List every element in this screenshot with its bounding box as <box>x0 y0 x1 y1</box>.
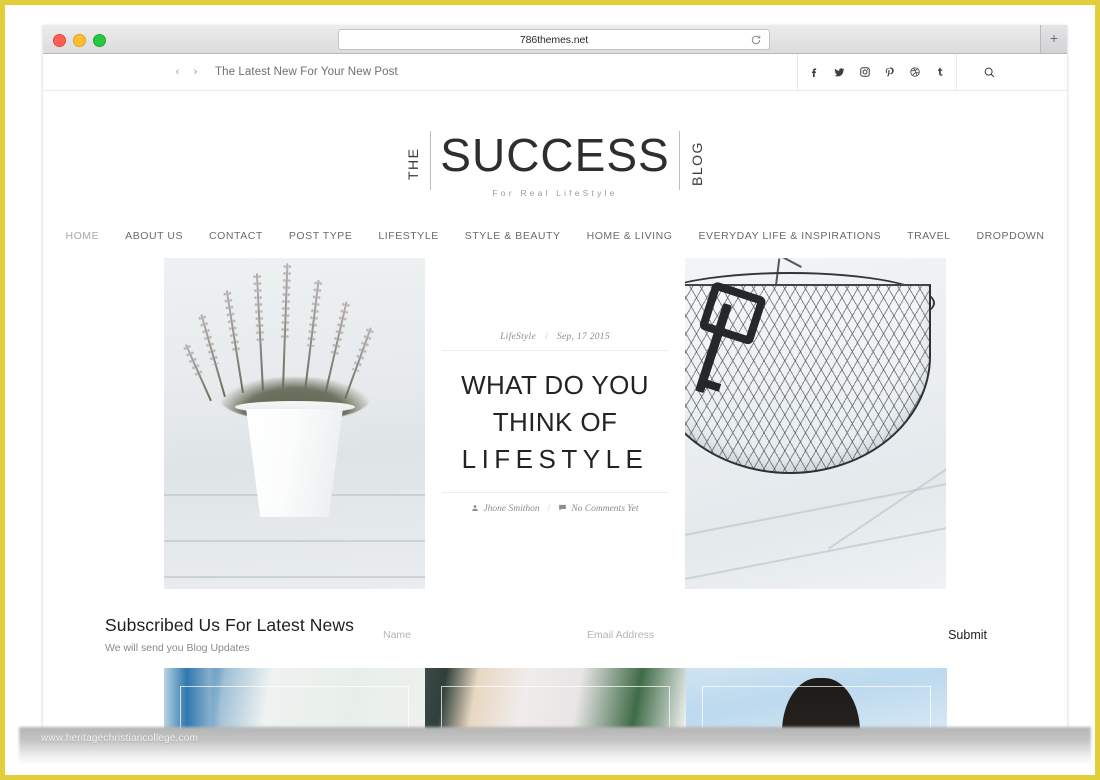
page-viewport: ‹ › The Latest New For Your New Post THE… <box>43 54 1067 730</box>
browser-window: 786themes.net + ‹ › The Latest New For Y… <box>43 25 1067 730</box>
basket-photo-art <box>685 258 946 589</box>
logo-divider-right <box>678 131 680 190</box>
nav-item-contact[interactable]: CONTACT <box>196 230 276 242</box>
post-title-line-1: WHAT DO YOU <box>461 370 649 400</box>
post-title-line-3: LIFESTYLE <box>461 444 649 474</box>
main-navigation: HOME ABOUT US CONTACT POST TYPE LIFESTYL… <box>43 204 1067 258</box>
nav-item-dropdown[interactable]: DROPDOWN <box>964 230 1058 242</box>
news-ticker: ‹ › The Latest New For Your New Post <box>173 66 398 78</box>
maximize-window-button[interactable] <box>93 34 106 47</box>
post-title[interactable]: WHAT DO YOU THINK OF LIFESTYLE <box>461 367 649 478</box>
minimize-window-button[interactable] <box>73 34 86 47</box>
address-bar-url: 786themes.net <box>519 33 589 46</box>
post-author[interactable]: Jhone Smithon <box>483 504 539 514</box>
nav-item-travel[interactable]: TRAVEL <box>894 230 963 242</box>
reload-icon[interactable] <box>750 33 762 45</box>
subscribe-name-input[interactable] <box>383 628 583 641</box>
post-title-divider <box>442 492 668 493</box>
user-icon <box>471 504 479 515</box>
logo-blog-word: BLOG <box>688 141 705 186</box>
post-comments-count[interactable]: No Comments Yet <box>571 504 638 514</box>
nav-item-style-beauty[interactable]: STYLE & BEAUTY <box>452 230 574 242</box>
ticker-next-button[interactable]: › <box>191 66 200 78</box>
byline-separator: / <box>547 504 551 514</box>
subscribe-text: Subscribed Us For Latest News We will se… <box>105 615 383 654</box>
twitter-icon[interactable] <box>827 54 852 90</box>
outer-gold-frame: 786themes.net + ‹ › The Latest New For Y… <box>0 0 1100 780</box>
nav-item-lifestyle[interactable]: LIFESTYLE <box>365 230 451 242</box>
site-topbar: ‹ › The Latest New For Your New Post <box>43 54 1067 91</box>
subscribe-title: Subscribed Us For Latest News <box>105 615 354 635</box>
subscribe-submit-button[interactable]: Submit <box>948 628 1005 642</box>
post-meta-divider <box>442 350 668 351</box>
nav-item-home-living[interactable]: HOME & LIVING <box>574 230 686 242</box>
dribbble-icon[interactable] <box>902 54 927 90</box>
subscribe-section: Subscribed Us For Latest News We will se… <box>105 589 1005 668</box>
featured-image-left[interactable] <box>164 258 425 589</box>
window-controls <box>53 34 106 47</box>
nav-item-everyday-life[interactable]: EVERYDAY LIFE & INSPIRATIONS <box>686 230 895 242</box>
post-byline: Jhone Smithon / No Comments Yet <box>471 503 639 515</box>
post-card[interactable] <box>163 668 425 730</box>
subscribe-subtitle: We will send you Blog Updates <box>105 642 250 654</box>
post-meta: LifeStyle / Sep, 17 2015 <box>500 332 610 342</box>
logo-tagline: For Real LifeStyle <box>492 188 618 198</box>
nav-item-home[interactable]: HOME <box>52 230 112 242</box>
ticker-prev-button[interactable]: ‹ <box>173 66 182 78</box>
card-overlay-frame <box>701 686 931 730</box>
nav-item-post-type[interactable]: POST TYPE <box>276 230 366 242</box>
instagram-icon[interactable] <box>852 54 877 90</box>
address-bar[interactable]: 786themes.net <box>338 29 770 50</box>
comment-icon <box>558 503 567 515</box>
tumblr-icon[interactable] <box>927 54 952 90</box>
card-overlay-frame <box>179 686 409 730</box>
site-logo[interactable]: THE SUCCESS For Real LifeStyle BLOG <box>43 91 1067 204</box>
close-window-button[interactable] <box>53 34 66 47</box>
featured-image-right[interactable] <box>685 258 946 589</box>
browser-titlebar: 786themes.net + <box>43 25 1067 54</box>
search-icon[interactable] <box>969 54 1009 90</box>
facebook-icon[interactable] <box>802 54 827 90</box>
logo-success-word: SUCCESS <box>440 129 670 181</box>
post-card[interactable] <box>424 668 686 730</box>
post-meta-separator: / <box>545 332 548 342</box>
post-category[interactable]: LifeStyle <box>500 332 536 342</box>
ticker-headline[interactable]: The Latest New For Your New Post <box>215 66 398 78</box>
nav-item-about-us[interactable]: ABOUT US <box>112 230 196 242</box>
subscribe-email-input[interactable] <box>587 628 787 641</box>
card-overlay-frame <box>440 686 670 730</box>
logo-divider-left <box>430 131 432 190</box>
logo-the-word: THE <box>405 147 422 180</box>
featured-post-section: LifeStyle / Sep, 17 2015 WHAT DO YOU THI… <box>43 258 1067 589</box>
post-title-line-2: THINK OF <box>492 407 618 437</box>
pinterest-icon[interactable] <box>877 54 902 90</box>
watermark-text: www.heritagechristiancollege.com <box>41 733 199 744</box>
new-tab-button[interactable]: + <box>1040 25 1067 53</box>
post-card-row <box>43 668 1067 730</box>
post-card[interactable] <box>685 668 947 730</box>
plant-photo-art <box>164 258 425 589</box>
social-links <box>797 54 957 90</box>
post-date: Sep, 17 2015 <box>556 332 610 342</box>
featured-post-text: LifeStyle / Sep, 17 2015 WHAT DO YOU THI… <box>425 258 685 589</box>
